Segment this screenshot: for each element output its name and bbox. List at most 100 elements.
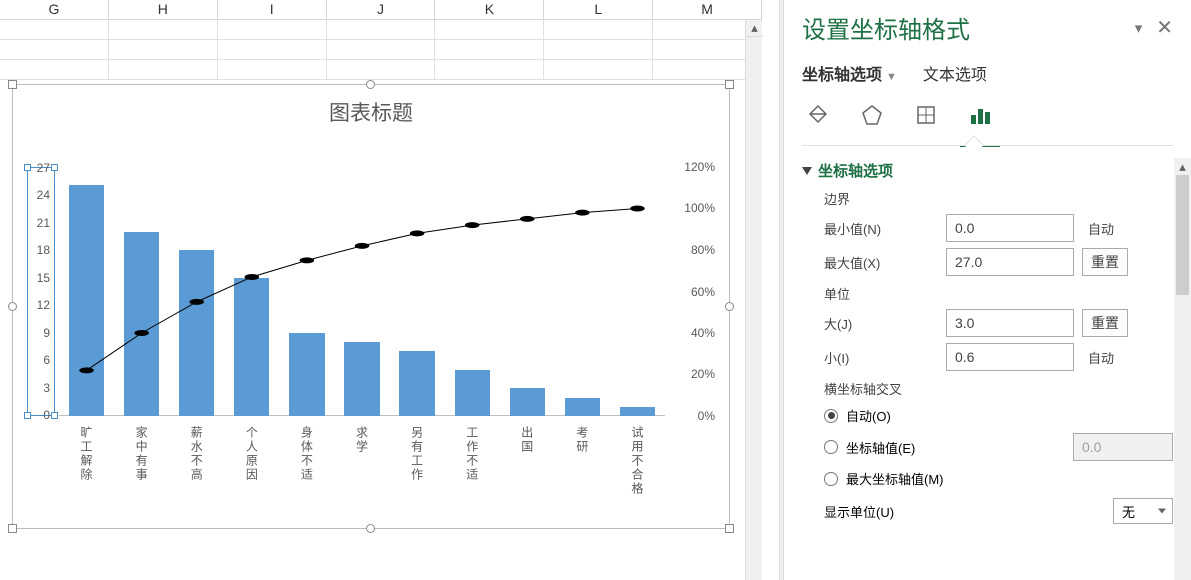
format-category-icons <box>802 99 1173 133</box>
y-tick: 21 <box>37 216 50 230</box>
major-input[interactable] <box>946 309 1074 337</box>
y-tick: 27 <box>37 161 50 175</box>
display-unit-select[interactable]: 无 <box>1113 498 1173 524</box>
chart-plot-area[interactable]: 27 24 21 18 15 12 9 6 3 0 120% <box>27 160 715 514</box>
resize-handle[interactable] <box>8 80 17 89</box>
resize-handle[interactable] <box>8 302 17 311</box>
y2-tick: 80% <box>691 243 715 257</box>
units-label: 单位 <box>824 284 1173 303</box>
y-tick: 18 <box>37 243 50 257</box>
cross-value-input <box>1073 433 1173 461</box>
chart-title[interactable]: 图表标题 <box>13 85 729 127</box>
pane-header: 设置坐标轴格式 ▾ ✕ 坐标轴选项▼ 文本选项 <box>784 0 1191 146</box>
resize-handle[interactable] <box>366 524 375 533</box>
col-header[interactable]: M <box>653 0 762 20</box>
tab-axis-options[interactable]: 坐标轴选项▼ <box>802 61 897 85</box>
y-tick: 12 <box>37 298 50 312</box>
minor-input[interactable] <box>946 343 1074 371</box>
plot-inner <box>59 167 665 416</box>
y2-tick: 40% <box>691 326 715 340</box>
size-properties-icon[interactable] <box>910 100 942 133</box>
bounds-label: 边界 <box>824 189 1173 208</box>
y-tick: 3 <box>43 381 50 395</box>
column-headers: G H I J K L M <box>0 0 762 20</box>
axis-handle[interactable] <box>24 164 31 171</box>
col-header[interactable]: L <box>544 0 653 20</box>
major-label: 大(J) <box>824 314 938 333</box>
min-input[interactable] <box>946 214 1074 242</box>
resize-handle[interactable] <box>8 524 17 533</box>
x-label: 考研 <box>555 422 610 514</box>
x-label: 出国 <box>500 422 555 514</box>
axis-options-icon[interactable] <box>964 100 996 133</box>
y-tick: 9 <box>43 326 50 340</box>
col-header[interactable]: H <box>109 0 218 20</box>
scroll-up-icon[interactable]: ▴ <box>746 20 763 37</box>
chart-object[interactable]: 图表标题 27 24 21 18 15 12 9 6 3 0 <box>12 84 730 529</box>
y2-tick: 60% <box>691 285 715 299</box>
effects-icon[interactable] <box>856 100 888 133</box>
x-label: 求学 <box>334 422 389 514</box>
y2-tick: 20% <box>691 367 715 381</box>
cross-auto-radio[interactable]: 自动(O) <box>824 406 1173 425</box>
axis-handle[interactable] <box>51 164 58 171</box>
col-header[interactable]: K <box>435 0 544 20</box>
y2-tick: 100% <box>684 201 715 215</box>
section-axis-options[interactable]: 坐标轴选项 <box>802 160 1173 181</box>
major-reset-button[interactable]: 重置 <box>1082 309 1128 337</box>
axis-handle[interactable] <box>24 412 31 419</box>
max-label: 最大值(X) <box>824 253 938 272</box>
scrollbar-thumb[interactable] <box>1176 175 1189 295</box>
minor-label: 小(I) <box>824 348 938 367</box>
axis-handle[interactable] <box>51 412 58 419</box>
dropdown-icon[interactable]: ▾ <box>1135 19 1143 37</box>
tab-text-options[interactable]: 文本选项 <box>923 61 987 85</box>
primary-y-axis-selected[interactable]: 27 24 21 18 15 12 9 6 3 0 <box>27 167 55 416</box>
y-tick: 0 <box>43 408 50 422</box>
resize-handle[interactable] <box>725 80 734 89</box>
max-reset-button[interactable]: 重置 <box>1082 248 1128 276</box>
x-label: 工作不适 <box>445 422 500 514</box>
cross-label: 横坐标轴交叉 <box>824 379 1173 398</box>
x-label: 身体不适 <box>279 422 334 514</box>
x-label: 另有工作 <box>390 422 445 514</box>
pane-body: 坐标轴选项 边界 最小值(N) 自动 最大值(X) 重置 单位 大(J) 重置 … <box>784 146 1191 580</box>
resize-handle[interactable] <box>366 80 375 89</box>
pane-scrollbar[interactable]: ▴ <box>1174 158 1191 580</box>
secondary-y-axis[interactable]: 120% 100% 80% 60% 40% 20% 0% <box>667 167 715 416</box>
y-tick: 15 <box>37 271 50 285</box>
max-input[interactable] <box>946 248 1074 276</box>
cross-value-radio[interactable]: 坐标轴值(E) <box>824 433 1173 461</box>
collapse-icon[interactable] <box>802 167 812 175</box>
x-label: 家中有事 <box>114 422 169 514</box>
pane-tabs: 坐标轴选项▼ 文本选项 <box>802 61 1173 85</box>
x-label: 薪水不高 <box>169 422 224 514</box>
y-tick: 6 <box>43 353 50 367</box>
x-label: 旷工解除 <box>59 422 114 514</box>
scroll-up-icon[interactable]: ▴ <box>1174 158 1191 175</box>
x-label: 试用不合格 <box>610 422 665 514</box>
chevron-down-icon[interactable]: ▼ <box>886 71 897 83</box>
worksheet-scrollbar[interactable]: ▴ <box>745 20 762 580</box>
resize-handle[interactable] <box>725 524 734 533</box>
col-header[interactable]: J <box>327 0 436 20</box>
minor-auto[interactable]: 自动 <box>1088 348 1114 367</box>
min-auto[interactable]: 自动 <box>1088 219 1114 238</box>
display-unit-label: 显示单位(U) <box>824 502 894 521</box>
y-tick: 24 <box>37 188 50 202</box>
format-axis-pane: 设置坐标轴格式 ▾ ✕ 坐标轴选项▼ 文本选项 坐标轴选项 边界 最小值(N) <box>784 0 1191 580</box>
col-header[interactable]: I <box>218 0 327 20</box>
resize-handle[interactable] <box>725 302 734 311</box>
y2-tick: 120% <box>684 160 715 174</box>
pane-title: 设置坐标轴格式 <box>802 10 970 45</box>
close-icon[interactable]: ✕ <box>1156 15 1173 40</box>
x-label: 个人原因 <box>224 422 279 514</box>
cross-max-radio[interactable]: 最大坐标轴值(M) <box>824 469 1173 488</box>
min-label: 最小值(N) <box>824 219 938 238</box>
fill-icon[interactable] <box>802 100 834 133</box>
col-header[interactable]: G <box>0 0 109 20</box>
worksheet-area: G H I J K L M ▴ 图表标题 27 24 <box>0 0 762 580</box>
y2-tick: 0% <box>698 409 715 423</box>
x-axis-labels[interactable]: 旷工解除家中有事薪水不高个人原因身体不适求学另有工作工作不适出国考研试用不合格 <box>59 422 665 514</box>
line-markers[interactable] <box>59 167 665 416</box>
